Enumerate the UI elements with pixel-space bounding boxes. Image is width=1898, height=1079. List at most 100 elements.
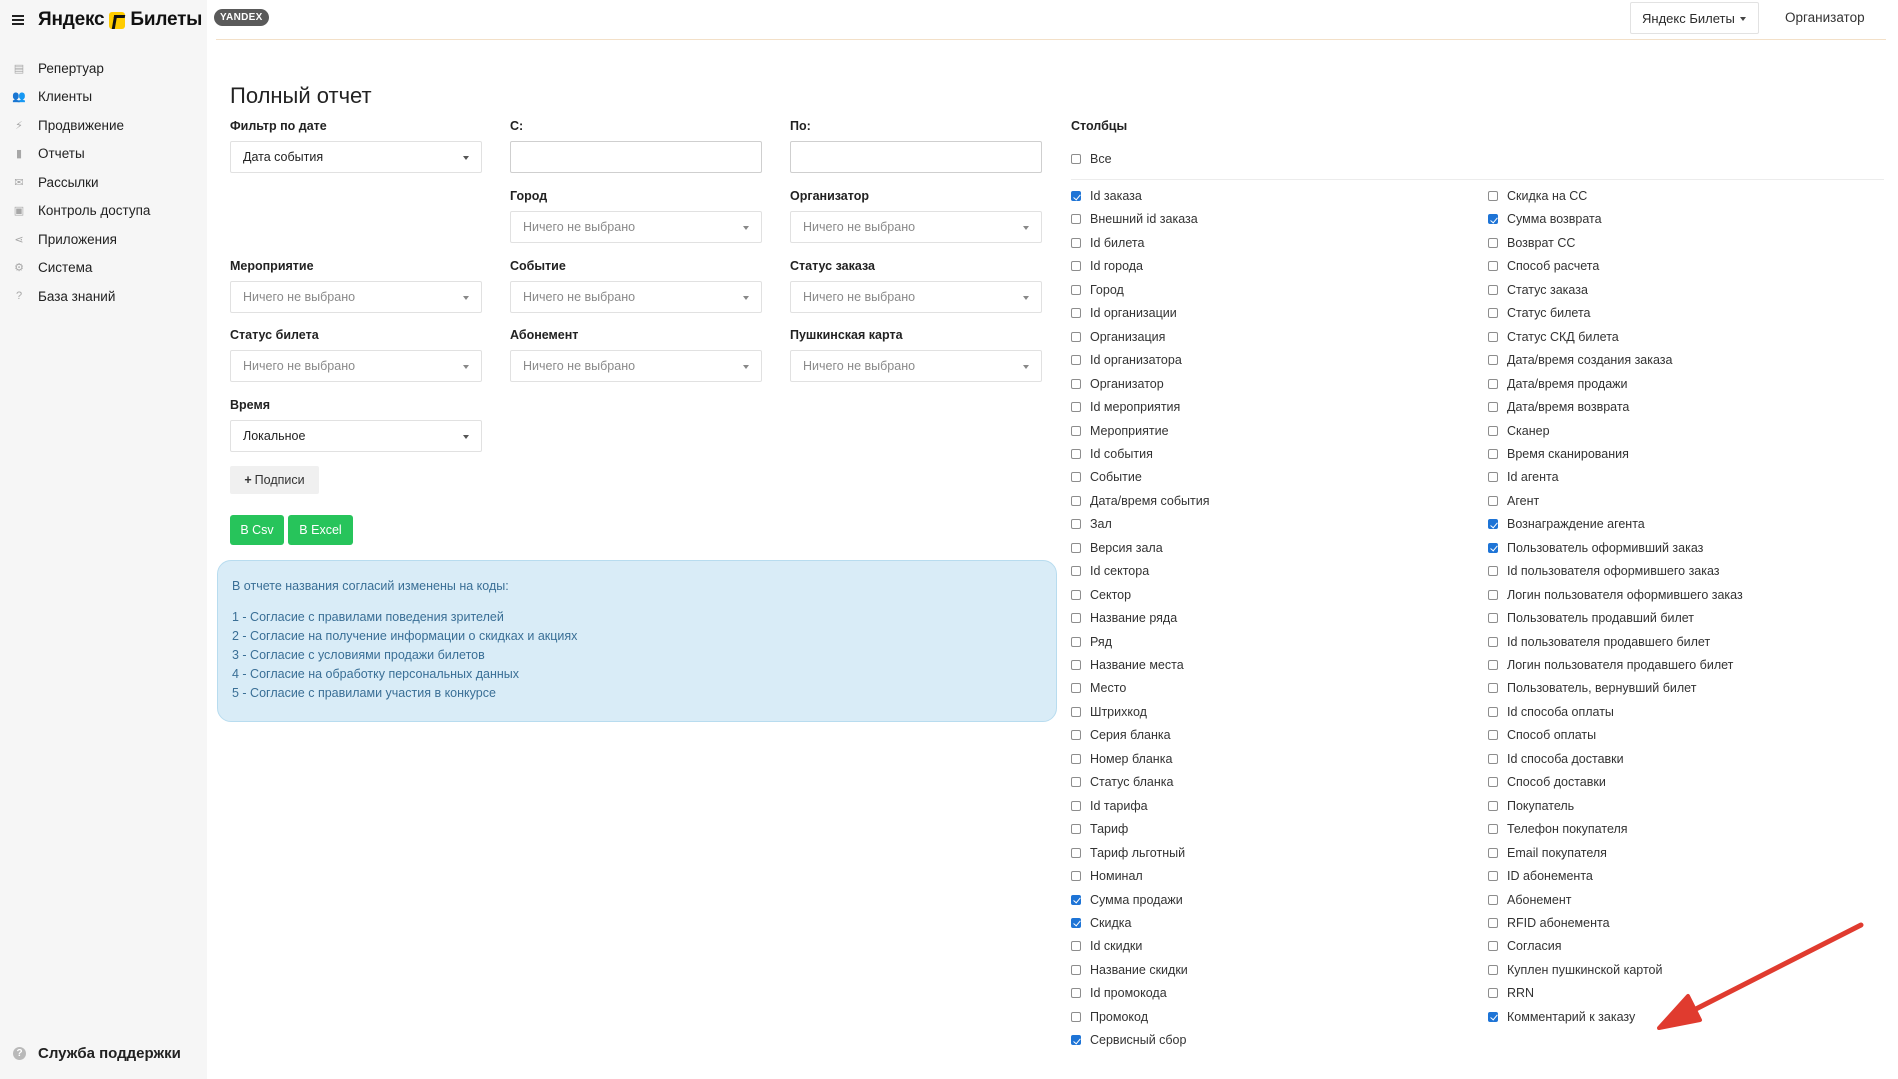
event-group-select[interactable]: Ничего не выбрано bbox=[230, 281, 482, 313]
column-option[interactable]: Способ доставки bbox=[1488, 775, 1606, 789]
checkbox[interactable] bbox=[1071, 589, 1081, 600]
column-option[interactable]: Пользователь продавший билет bbox=[1488, 611, 1694, 625]
column-option[interactable]: Статус заказа bbox=[1488, 283, 1588, 297]
column-option[interactable]: Пользователь оформивший заказ bbox=[1488, 541, 1703, 555]
column-option[interactable]: Дата/время создания заказа bbox=[1488, 353, 1673, 367]
sidebar-item[interactable]: ⚡ Продвижение bbox=[0, 111, 207, 140]
checkbox[interactable] bbox=[1488, 308, 1498, 319]
column-option[interactable]: Скидка на СС bbox=[1488, 189, 1587, 203]
column-option[interactable]: Ряд bbox=[1071, 635, 1112, 649]
column-option[interactable]: Штрихкод bbox=[1071, 705, 1147, 719]
brand[interactable]: Яндекс Билеты bbox=[12, 8, 202, 32]
column-option[interactable]: Сектор bbox=[1071, 588, 1131, 602]
checkbox[interactable] bbox=[1071, 917, 1081, 928]
column-option[interactable]: Способ оплаты bbox=[1488, 728, 1596, 742]
date-filter-select[interactable]: Дата события bbox=[230, 141, 482, 173]
checkbox[interactable] bbox=[1071, 261, 1081, 272]
city-select[interactable]: Ничего не выбрано bbox=[510, 211, 762, 243]
column-option[interactable]: Id сектора bbox=[1071, 564, 1149, 578]
checkbox[interactable] bbox=[1488, 730, 1498, 741]
column-option[interactable]: Комментарий к заказу bbox=[1488, 1010, 1635, 1024]
brand-logo[interactable]: Яндекс Билеты bbox=[38, 9, 202, 31]
column-option[interactable]: Дата/время продажи bbox=[1488, 377, 1628, 391]
date-to-input[interactable] bbox=[790, 141, 1042, 173]
checkbox[interactable] bbox=[1071, 542, 1081, 553]
checkbox[interactable] bbox=[1488, 988, 1498, 999]
checkbox[interactable] bbox=[1071, 753, 1081, 764]
checkbox[interactable] bbox=[1071, 566, 1081, 577]
checkbox[interactable] bbox=[1071, 871, 1081, 882]
checkbox[interactable] bbox=[1488, 753, 1498, 764]
checkbox[interactable] bbox=[1488, 448, 1498, 459]
column-option[interactable]: Зал bbox=[1071, 517, 1112, 531]
checkbox[interactable] bbox=[1071, 284, 1081, 295]
checkbox[interactable] bbox=[1071, 425, 1081, 436]
column-option[interactable]: Название места bbox=[1071, 658, 1184, 672]
checkbox[interactable] bbox=[1071, 214, 1081, 225]
checkbox[interactable] bbox=[1071, 613, 1081, 624]
checkbox[interactable] bbox=[1071, 683, 1081, 694]
column-option[interactable]: Согласия bbox=[1488, 939, 1562, 953]
sidebar-item[interactable]: ✉ Рассылки bbox=[0, 168, 207, 197]
checkbox[interactable] bbox=[1488, 917, 1498, 928]
checkbox[interactable] bbox=[1488, 402, 1498, 413]
checkbox[interactable] bbox=[1488, 964, 1498, 975]
column-option[interactable]: Скидка bbox=[1071, 916, 1131, 930]
column-option[interactable]: Статус бланка bbox=[1071, 775, 1173, 789]
checkbox[interactable] bbox=[1488, 777, 1498, 788]
checkbox[interactable] bbox=[1488, 706, 1498, 717]
checkbox[interactable] bbox=[1488, 1011, 1498, 1022]
checkbox[interactable] bbox=[1488, 191, 1498, 201]
column-option[interactable]: Внешний id заказа bbox=[1071, 212, 1198, 226]
checkbox[interactable] bbox=[1071, 495, 1081, 506]
checkbox[interactable] bbox=[1488, 589, 1498, 600]
pushkin-card-select[interactable]: Ничего не выбрано bbox=[790, 350, 1042, 382]
checkbox[interactable] bbox=[1071, 378, 1081, 389]
column-option[interactable]: RFID абонемента bbox=[1488, 916, 1610, 930]
checkbox[interactable] bbox=[1071, 800, 1081, 811]
organizer-select[interactable]: Ничего не выбрано bbox=[790, 211, 1042, 243]
checkbox[interactable] bbox=[1071, 964, 1081, 975]
checkbox[interactable] bbox=[1488, 261, 1498, 272]
column-option[interactable]: Время сканирования bbox=[1488, 447, 1629, 461]
sidebar-item[interactable]: 👥 Клиенты bbox=[0, 83, 207, 112]
checkbox[interactable] bbox=[1071, 847, 1081, 858]
checkbox[interactable] bbox=[1488, 941, 1498, 952]
column-option[interactable]: Куплен пушкинской картой bbox=[1488, 963, 1662, 977]
column-option[interactable]: Организация bbox=[1071, 330, 1165, 344]
checkbox[interactable] bbox=[1071, 988, 1081, 999]
column-option[interactable]: Сканер bbox=[1488, 424, 1550, 438]
column-option[interactable]: Тариф bbox=[1071, 822, 1128, 836]
checkbox[interactable] bbox=[1071, 824, 1081, 835]
column-option[interactable]: Сумма возврата bbox=[1488, 212, 1602, 226]
column-option[interactable]: Статус СКД билета bbox=[1488, 330, 1619, 344]
service-select[interactable]: Яндекс Билеты bbox=[1630, 2, 1759, 34]
checkbox[interactable] bbox=[1488, 683, 1498, 694]
column-option[interactable]: Серия бланка bbox=[1071, 728, 1171, 742]
column-option[interactable]: Id способа оплаты bbox=[1488, 705, 1614, 719]
checkbox[interactable] bbox=[1488, 566, 1498, 577]
column-option[interactable]: Промокод bbox=[1071, 1010, 1148, 1024]
column-option[interactable]: Id заказа bbox=[1071, 189, 1142, 203]
checkbox[interactable] bbox=[1488, 660, 1498, 670]
column-option[interactable]: Id организации bbox=[1071, 306, 1177, 320]
column-option[interactable]: Id промокода bbox=[1071, 986, 1167, 1000]
column-option[interactable]: Id события bbox=[1071, 447, 1153, 461]
column-option[interactable]: Сумма продажи bbox=[1071, 893, 1183, 907]
add-signatures-button[interactable]: + Подписи bbox=[230, 466, 319, 494]
checkbox[interactable] bbox=[1071, 154, 1081, 164]
checkbox[interactable] bbox=[1071, 1011, 1081, 1022]
sidebar-item[interactable]: ⚙ Система bbox=[0, 254, 207, 283]
checkbox[interactable] bbox=[1071, 448, 1081, 459]
checkbox[interactable] bbox=[1488, 214, 1498, 225]
event-select[interactable]: Ничего не выбрано bbox=[510, 281, 762, 313]
checkbox[interactable] bbox=[1071, 519, 1081, 530]
checkbox[interactable] bbox=[1488, 871, 1498, 882]
checkbox[interactable] bbox=[1488, 355, 1498, 366]
checkbox[interactable] bbox=[1071, 472, 1081, 483]
column-option[interactable]: Id пользователя продавшего билет bbox=[1488, 635, 1710, 649]
checkbox[interactable] bbox=[1071, 1035, 1081, 1046]
organizer-menu[interactable]: Организатор bbox=[1785, 10, 1865, 25]
sidebar-item[interactable]: ? База знаний bbox=[0, 282, 207, 311]
column-option[interactable]: Название ряда bbox=[1071, 611, 1177, 625]
